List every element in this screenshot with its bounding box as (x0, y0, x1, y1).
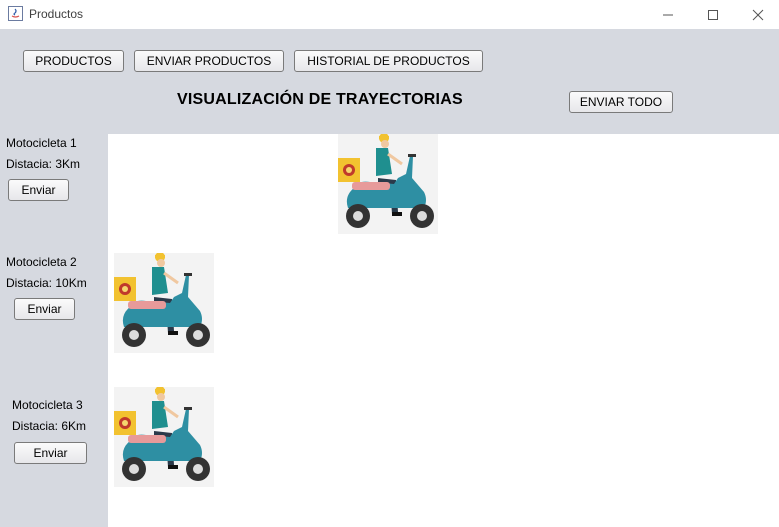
page-title: VISUALIZACIÓN DE TRAYECTORIAS (177, 91, 463, 108)
minimize-icon (662, 14, 673, 15)
historial-productos-button[interactable]: HISTORIAL DE PRODUCTOS (294, 50, 483, 72)
motorcycle-3-name: Motocicleta 3 (12, 398, 83, 412)
motorcycle-3-send-button[interactable]: Enviar (14, 442, 87, 464)
delivery-scooter-icon (338, 134, 434, 228)
java-icon (8, 6, 23, 21)
motorcycle-2-send-button[interactable]: Enviar (14, 298, 75, 320)
delivery-scooter-icon (114, 387, 210, 481)
close-button[interactable] (735, 0, 779, 29)
motorcycle-2-name: Motocicleta 2 (6, 255, 77, 269)
motorcycle-3-distance: Distacia: 6Km (12, 419, 87, 433)
minimize-button[interactable] (645, 0, 690, 29)
motorcycle-2-distance: Distacia: 10Km (6, 276, 87, 290)
enviar-productos-button[interactable]: ENVIAR PRODUCTOS (134, 50, 284, 72)
maximize-icon (707, 9, 718, 20)
productos-button[interactable]: PRODUCTOS (23, 50, 124, 72)
title-bar: Productos (0, 0, 779, 29)
maximize-button[interactable] (690, 0, 735, 29)
motorcycle-1-send-button[interactable]: Enviar (8, 179, 69, 201)
motorcycle-1-distance: Distacia: 3Km (6, 157, 81, 171)
enviar-todo-button[interactable]: ENVIAR TODO (569, 91, 673, 113)
motorcycle-1-name: Motocicleta 1 (6, 136, 77, 150)
scooter-2-image (114, 253, 214, 353)
window-title: Productos (29, 7, 84, 21)
delivery-scooter-icon (114, 253, 210, 347)
scooter-1-image (338, 134, 438, 234)
scooter-3-image (114, 387, 214, 487)
close-icon (752, 9, 763, 20)
